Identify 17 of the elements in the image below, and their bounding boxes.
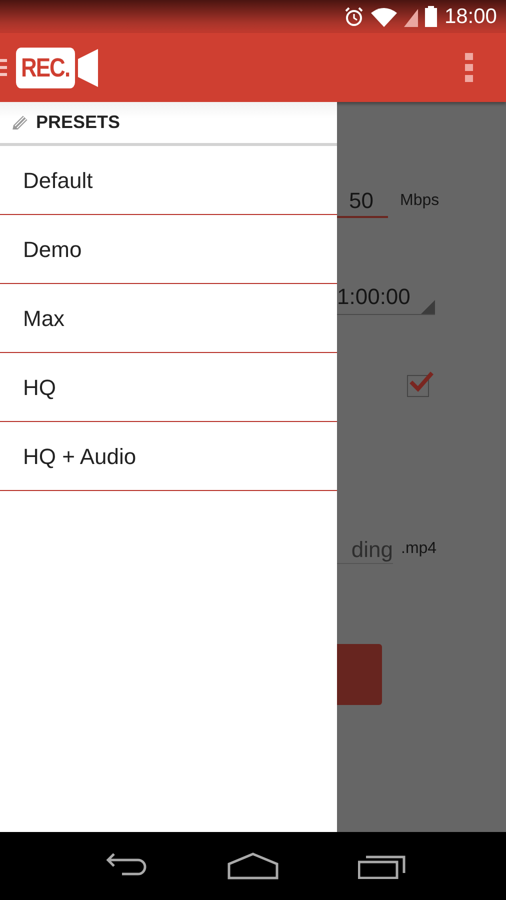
wifi-icon — [371, 6, 398, 26]
menu-icon[interactable] — [0, 58, 7, 76]
battery-icon — [425, 6, 438, 27]
signal-icon — [404, 6, 418, 26]
drawer-header: PRESETS — [36, 111, 120, 134]
alarm-icon — [344, 6, 364, 26]
unit-label: Mbps — [400, 191, 440, 211]
recent-apps-icon[interactable] — [358, 853, 406, 879]
filename-field[interactable]: ding — [337, 537, 393, 564]
dropdown-icon — [421, 300, 435, 314]
home-icon[interactable] — [226, 852, 279, 880]
status-time: 18:00 — [444, 4, 497, 30]
camera-icon — [78, 48, 98, 86]
app-logo: REC. — [16, 47, 75, 88]
overflow-menu-icon[interactable] — [465, 52, 473, 82]
check-icon — [408, 370, 434, 392]
extension-label: .mp4 — [401, 539, 437, 559]
